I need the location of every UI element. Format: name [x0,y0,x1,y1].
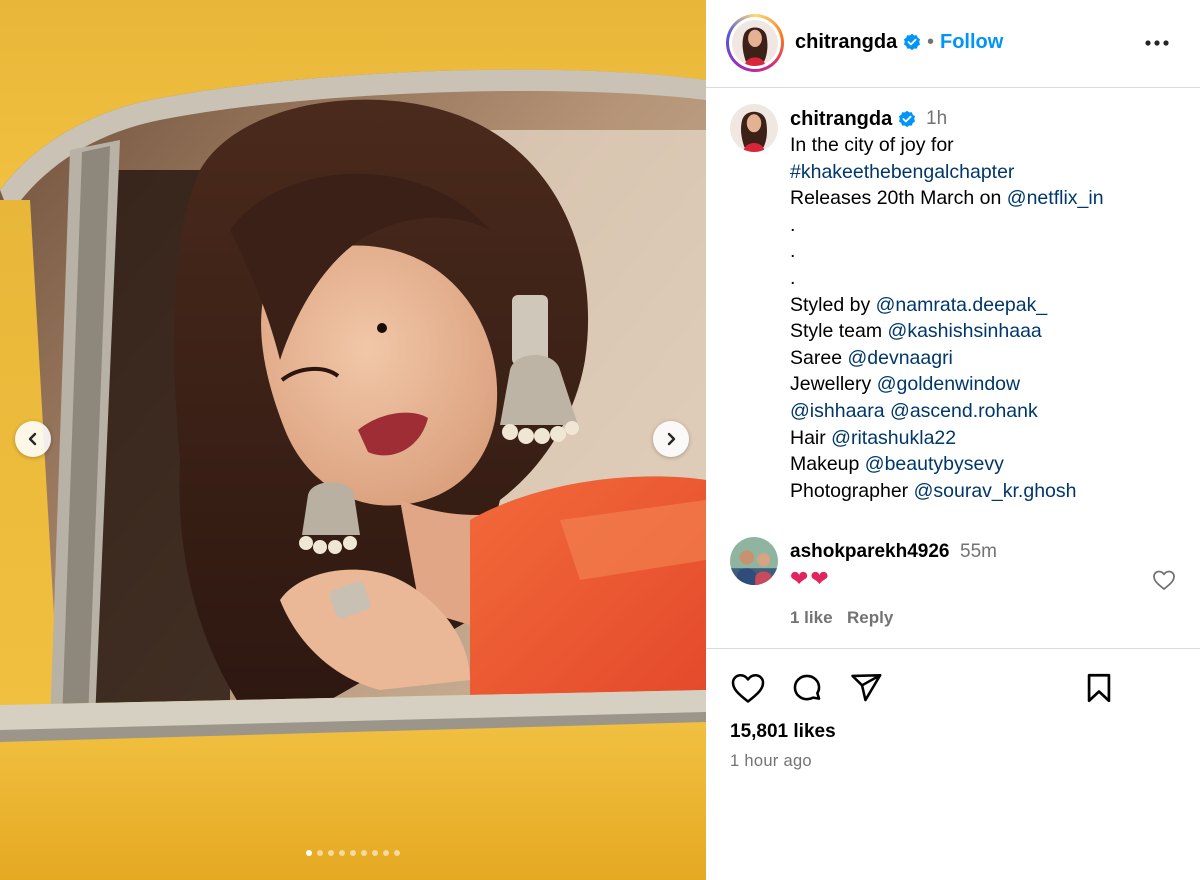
post-photo [0,0,706,880]
caption-line: . [790,238,1190,265]
mention-link[interactable]: @namrata.deepak_ [876,294,1048,316]
comment-text: ❤❤ [790,566,831,591]
mention-link[interactable]: @netflix_in [1007,187,1104,209]
slide-dot [306,850,312,856]
avatar [730,537,778,585]
caption-text-segment: . [790,266,796,289]
post-timestamp[interactable]: 1 hour ago [730,752,812,771]
mention-link[interactable]: @beautybysevy [865,453,1004,475]
caption-text-segment: . [790,240,796,263]
caption-line: In the city of joy for [790,132,1190,159]
slide-dot [317,850,323,856]
caption-line: @ishhaara @ascend.rohank [790,398,1190,425]
mention-link[interactable]: @ritashukla22 [831,427,956,449]
more-options-icon [1145,40,1169,46]
caption-line: Photographer @sourav_kr.ghosh [790,478,1190,505]
caption-username[interactable]: chitrangda [790,108,916,131]
more-options-button[interactable] [1144,30,1170,56]
caption-text-segment: Hair [790,426,832,449]
post-panel: chitrangda • Follow chitrangda 1h In the… [706,0,1200,880]
comment-username[interactable]: ashokparekh4926 [790,541,950,563]
post-actions: 15,801 likes 1 hour ago [706,648,1200,880]
slide-indicator [0,850,706,856]
heart-icon [731,673,765,703]
like-button[interactable] [730,671,766,710]
slide-dot [339,850,345,856]
verified-badge-icon [898,110,915,128]
save-button[interactable] [1082,671,1116,710]
slide-dot [383,850,389,856]
follow-button[interactable]: Follow [940,31,1003,54]
slide-dot [361,850,367,856]
caption-text-segment: . [790,213,796,236]
chevron-right-icon [667,432,676,446]
slide-dot [372,850,378,856]
caption-line: Makeup @beautybysevy [790,451,1190,478]
comment-icon [793,674,821,701]
comment-button[interactable] [789,671,825,710]
caption-time[interactable]: 1h [926,108,947,130]
caption-line: Styled by @namrata.deepak_ [790,292,1190,319]
comment-likes[interactable]: 1 like [790,608,833,628]
slide-dot [394,850,400,856]
mention-link[interactable]: @goldenwindow [877,373,1020,395]
verified-badge-icon [903,33,920,51]
slide-dot [328,850,334,856]
caption-avatar[interactable] [730,104,778,152]
caption-text-segment: Style team [790,320,888,343]
header-username[interactable]: chitrangda [795,31,921,54]
caption-text: In the city of joy for #khakeethebengalch… [790,132,1190,504]
caption-line: Jewellery @goldenwindow [790,371,1190,398]
profile-avatar-story-ring[interactable] [726,14,784,72]
mention-link[interactable]: @ascend.rohank [890,400,1038,422]
caption-line: Hair @ritashukla22 [790,425,1190,452]
caption-line: Saree @devnaagri [790,345,1190,372]
post-header: chitrangda • Follow [706,0,1200,88]
bookmark-icon [1087,673,1111,703]
avatar [730,104,778,152]
caption-text-segment: Releases 20th March on [790,187,1007,210]
caption-line: #khakeethebengalchapter [790,159,1190,186]
mention-link[interactable]: @sourav_kr.ghosh [914,480,1077,502]
share-button[interactable] [848,671,884,710]
caption-line: . [790,265,1190,292]
comment-time[interactable]: 55m [960,541,997,563]
previous-slide-button[interactable] [15,421,51,457]
caption-text-segment: Makeup [790,453,865,476]
comment-reply-button[interactable]: Reply [847,608,893,628]
share-icon [851,673,882,702]
heart-outline-icon [1153,570,1175,590]
mention-link[interactable]: @ishhaara [790,400,885,422]
mention-link[interactable]: @kashishsinhaaa [888,320,1042,342]
caption-text-segment: Jewellery [790,373,877,396]
caption-text-segment: In the city of joy for [790,134,954,156]
next-slide-button[interactable] [653,421,689,457]
header-separator: • [927,31,935,53]
chevron-left-icon [28,432,37,446]
caption-text-segment: Photographer [790,479,914,502]
avatar [732,20,778,66]
mention-link[interactable]: @devnaagri [847,347,952,369]
caption-line: Style team @kashishsinhaaa [790,318,1190,345]
hashtag-link[interactable]: #khakeethebengalchapter [790,161,1014,183]
slide-dot [350,850,356,856]
likes-count[interactable]: 15,801 likes [730,721,836,743]
caption-line: . [790,212,1190,239]
post-media[interactable] [0,0,706,880]
caption-text-segment: Saree [790,346,848,369]
comment-like-button[interactable] [1152,569,1176,596]
comment-avatar[interactable] [730,537,778,585]
caption-text-segment: Styled by [790,293,876,316]
caption-line: Releases 20th March on @netflix_in [790,185,1190,212]
